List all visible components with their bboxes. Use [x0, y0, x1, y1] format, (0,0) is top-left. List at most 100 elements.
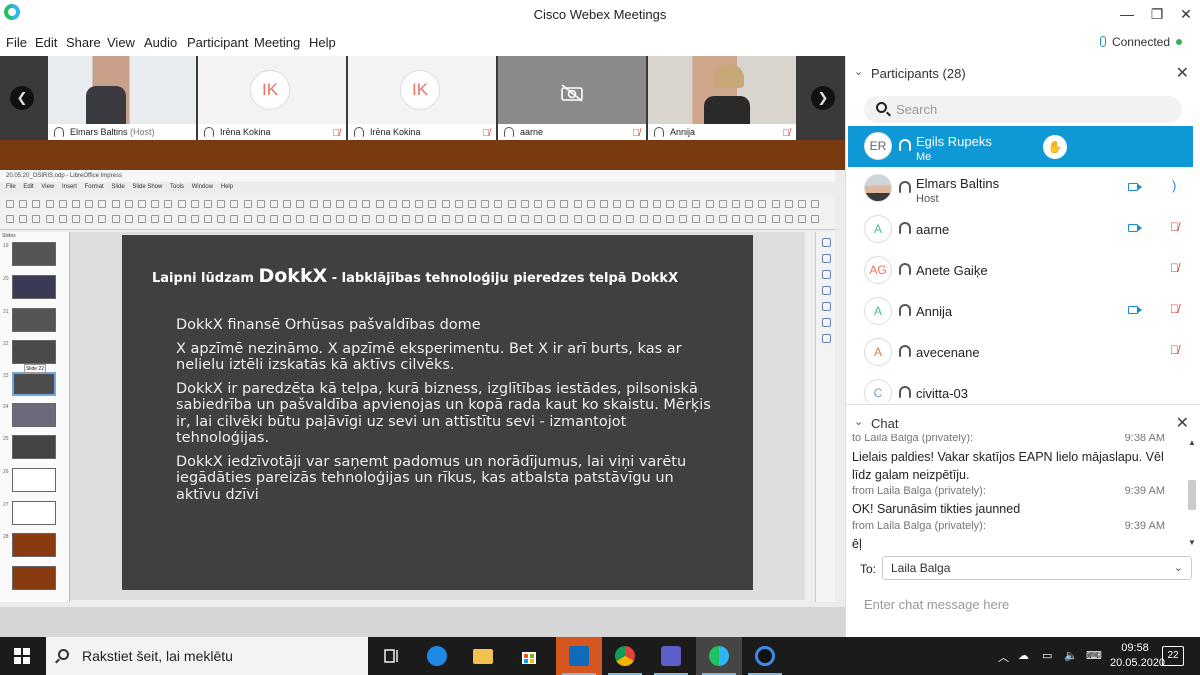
toolbar-button[interactable]: [19, 200, 28, 208]
navigator-icon[interactable]: [822, 334, 831, 343]
toolbar-button[interactable]: [217, 215, 226, 223]
lo-menu-item[interactable]: Slide: [111, 184, 124, 190]
menu-help[interactable]: Help: [309, 35, 336, 50]
toolbar-button[interactable]: [177, 200, 186, 208]
keyboard-icon[interactable]: ⌨: [1086, 649, 1102, 662]
toolbar-button[interactable]: [652, 200, 661, 208]
toolbar-button[interactable]: [771, 200, 780, 208]
lo-menu-item[interactable]: File: [6, 184, 16, 190]
scroll-thumb[interactable]: [1188, 480, 1196, 510]
slide-thumbnail-selected[interactable]: [12, 372, 56, 396]
toolbar-button[interactable]: [85, 215, 94, 223]
toolbar-button[interactable]: [639, 200, 648, 208]
participant-search[interactable]: [864, 96, 1182, 123]
toolbar-button[interactable]: [190, 215, 199, 223]
toolbar-button[interactable]: [58, 200, 67, 208]
toolbar-button[interactable]: [402, 215, 410, 223]
master-slides-icon[interactable]: [822, 286, 831, 295]
toolbar-button[interactable]: [98, 215, 107, 223]
chrome-button[interactable]: [602, 637, 648, 675]
toolbar-button[interactable]: [507, 215, 516, 223]
toolbar-button[interactable]: [19, 215, 28, 223]
toolbar-button[interactable]: [388, 215, 397, 223]
slide-thumbnail[interactable]: [12, 275, 56, 299]
toolbar-button[interactable]: [270, 200, 278, 208]
toolbar-button[interactable]: [679, 215, 688, 223]
properties-icon[interactable]: [822, 238, 831, 247]
toolbar-button[interactable]: [138, 200, 146, 208]
slide-thumbnail[interactable]: [12, 501, 56, 525]
menu-view[interactable]: View: [107, 35, 135, 50]
menu-file[interactable]: File: [6, 35, 27, 50]
taskbar-clock[interactable]: 09:58 20.05.2020: [1110, 641, 1165, 671]
toolbar-button[interactable]: [322, 200, 331, 208]
participants-header[interactable]: ⌄ Participants (28) ✕: [846, 56, 1200, 90]
toolbar-button[interactable]: [349, 215, 358, 223]
toolbar-button[interactable]: [586, 215, 595, 223]
slide-thumbnail[interactable]: [12, 533, 56, 557]
toolbar-button[interactable]: [164, 215, 173, 223]
vertical-scrollbar[interactable]: [805, 232, 815, 602]
menu-audio[interactable]: Audio: [144, 35, 177, 50]
toolbar-button[interactable]: [626, 215, 635, 223]
toolbar-button[interactable]: [494, 200, 503, 208]
cloud-icon[interactable]: ☁: [1018, 649, 1029, 662]
restore-button[interactable]: ❐: [1143, 4, 1171, 24]
toolbar-button[interactable]: [243, 200, 252, 208]
strip-prev-button[interactable]: ❮: [10, 86, 34, 110]
toolbar-button[interactable]: [336, 215, 344, 223]
toolbar-button[interactable]: [111, 215, 120, 223]
toolbar-button[interactable]: [204, 200, 212, 208]
toolbar-button[interactable]: [560, 215, 569, 223]
toolbar-button[interactable]: [151, 215, 160, 223]
connection-status[interactable]: Connected: [1099, 35, 1182, 49]
toolbar-button[interactable]: [32, 215, 41, 223]
chevron-right-icon[interactable]: ): [1172, 178, 1176, 193]
toolbar-button[interactable]: [190, 200, 199, 208]
toolbar-button[interactable]: [388, 200, 397, 208]
toolbar-button[interactable]: [256, 215, 265, 223]
close-participants-icon[interactable]: ✕: [1176, 63, 1189, 83]
lo-menu-item[interactable]: Insert: [62, 184, 77, 190]
toolbar-button[interactable]: [375, 200, 384, 208]
slide-thumbnail[interactable]: [12, 435, 56, 459]
toolbar-button[interactable]: [336, 200, 344, 208]
toolbar-button[interactable]: [454, 200, 463, 208]
lo-menu-item[interactable]: Window: [192, 184, 213, 190]
file-explorer-button[interactable]: [460, 637, 506, 675]
toolbar-button[interactable]: [296, 215, 305, 223]
app-button[interactable]: [742, 637, 788, 675]
toolbar-button[interactable]: [138, 215, 146, 223]
taskbar-search-input[interactable]: [82, 647, 352, 665]
lo-menu-item[interactable]: Edit: [23, 184, 33, 190]
search-input[interactable]: [896, 100, 1166, 119]
teams-button[interactable]: [648, 637, 694, 675]
notifications-icon[interactable]: 22: [1162, 646, 1184, 666]
toolbar-button[interactable]: [230, 215, 239, 223]
toolbar-button[interactable]: [600, 215, 608, 223]
toolbar-button[interactable]: [283, 200, 292, 208]
toolbar-button[interactable]: [362, 200, 371, 208]
toolbar-button[interactable]: [534, 215, 542, 223]
menu-edit[interactable]: Edit: [35, 35, 57, 50]
video-tile[interactable]: aarne 🎙̸: [498, 56, 646, 140]
toolbar-button[interactable]: [718, 200, 727, 208]
toolbar-button[interactable]: [798, 215, 806, 223]
store-button[interactable]: [506, 637, 552, 675]
minimize-button[interactable]: —: [1113, 4, 1141, 24]
toolbar-button[interactable]: [626, 200, 635, 208]
edge-button[interactable]: [414, 637, 460, 675]
participant-row[interactable]: Elmars Baltins Host ): [848, 168, 1193, 209]
toolbar-button[interactable]: [217, 200, 226, 208]
chat-scrollbar[interactable]: ▲ ▼: [1186, 438, 1198, 550]
toolbar-button[interactable]: [151, 200, 160, 208]
slide-thumbnail[interactable]: [12, 566, 56, 590]
toolbar-button[interactable]: [811, 215, 820, 223]
toolbar-button[interactable]: [124, 215, 133, 223]
video-tile[interactable]: Annija 🎙̸: [648, 56, 796, 140]
video-tile-host[interactable]: Elmars Baltins (Host): [48, 56, 196, 140]
toolbar-button[interactable]: [362, 215, 371, 223]
raise-hand-icon[interactable]: ✋: [1043, 135, 1067, 159]
toolbar-button[interactable]: [72, 215, 80, 223]
windows-start-icon[interactable]: [14, 648, 30, 664]
